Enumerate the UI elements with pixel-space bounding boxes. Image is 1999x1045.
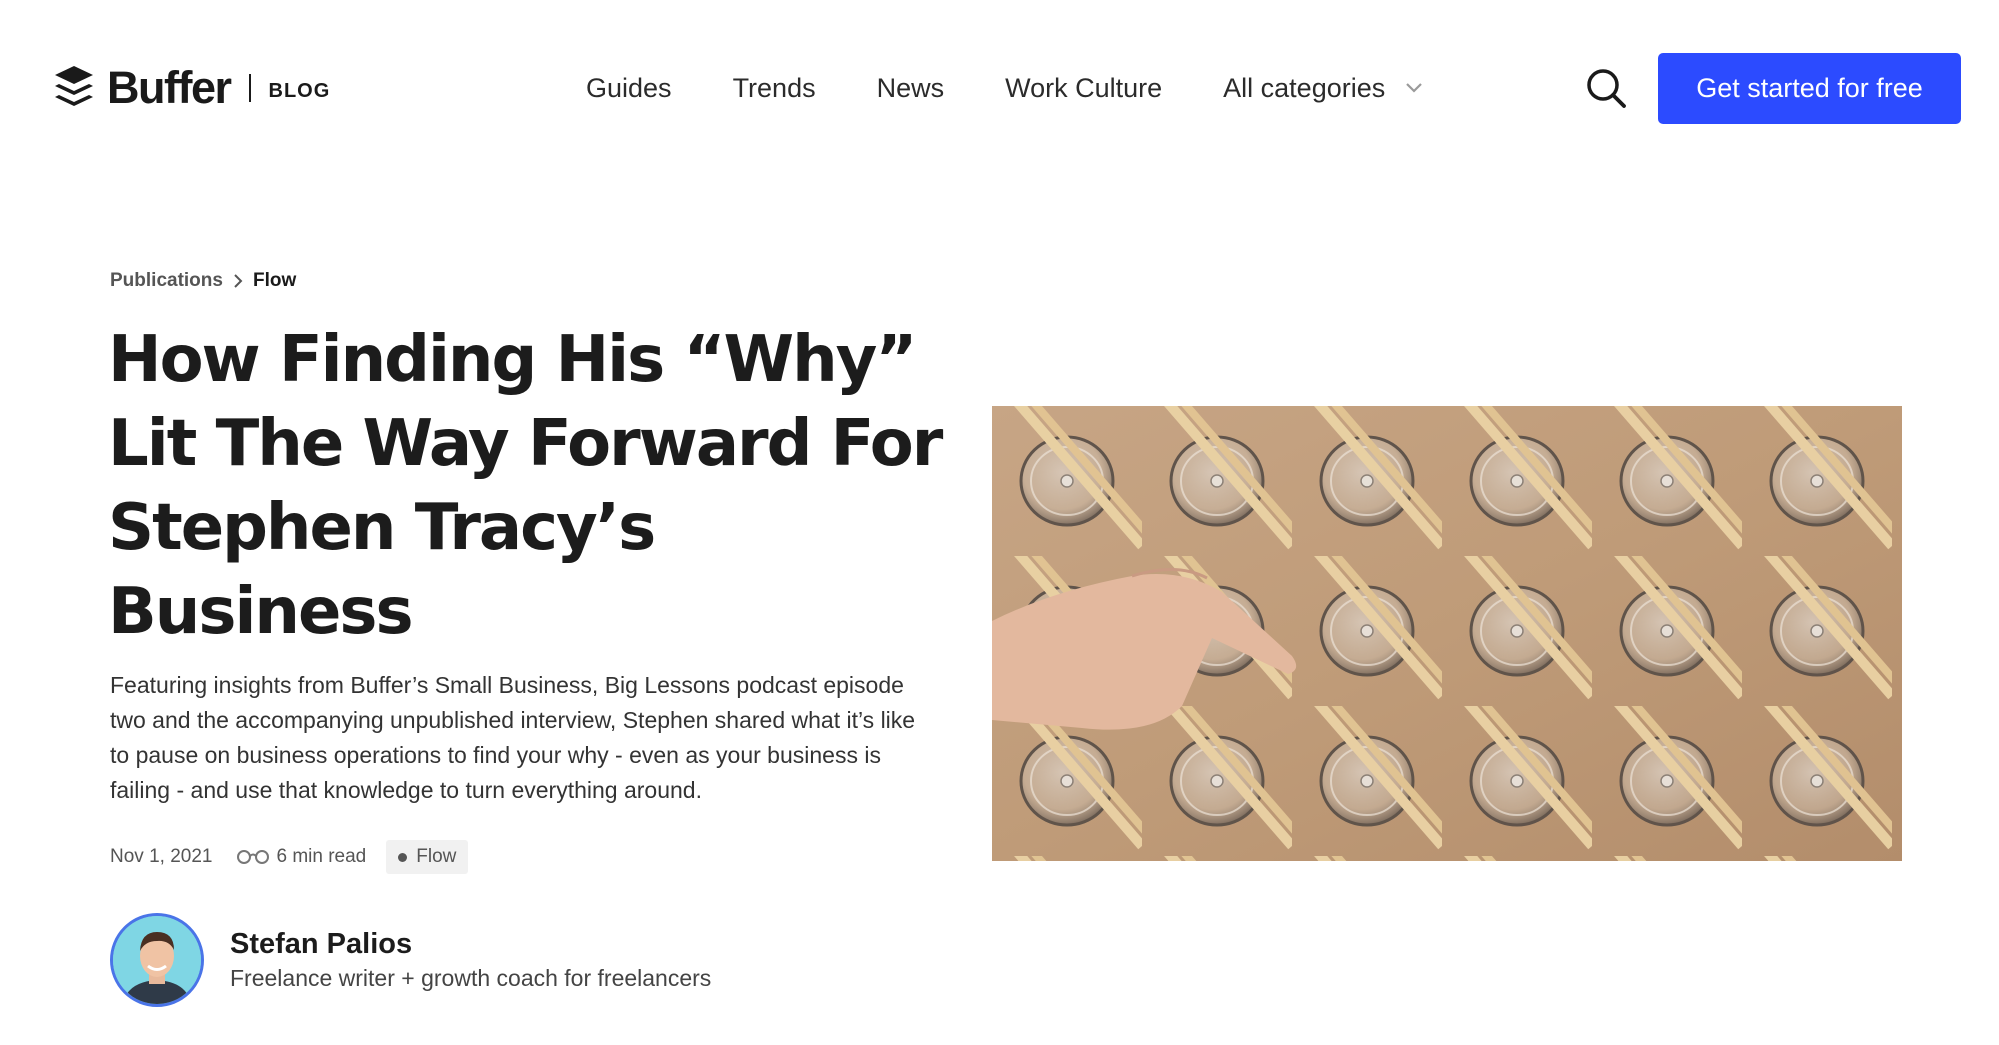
breadcrumb-publications[interactable]: Publications xyxy=(110,270,223,292)
author-name[interactable]: Stefan Palios xyxy=(230,926,711,962)
chevron-right-icon xyxy=(234,274,243,288)
publish-date: Nov 1, 2021 xyxy=(110,846,213,867)
main-nav: Guides Trends News Work Culture All cate… xyxy=(586,70,1423,106)
author-card: Stefan Palios Freelance writer + growth … xyxy=(110,913,711,1007)
search-icon xyxy=(1587,69,1626,108)
nav-item-trends[interactable]: Trends xyxy=(733,73,816,104)
logo-divider xyxy=(248,74,251,102)
nav-item-guides[interactable]: Guides xyxy=(586,73,672,104)
chevron-down-icon xyxy=(1406,83,1423,93)
author-avatar[interactable] xyxy=(110,913,204,1007)
breadcrumb-flow[interactable]: Flow xyxy=(253,270,296,292)
article-title: How Finding His “Why” Lit The Way Forwar… xyxy=(108,323,943,649)
read-time-label: 6 min read xyxy=(276,846,367,867)
get-started-button[interactable]: Get started for free xyxy=(1658,53,1961,124)
read-time: 6 min read xyxy=(236,846,366,868)
nav-item-work-culture[interactable]: Work Culture xyxy=(1005,73,1162,104)
author-portrait xyxy=(113,916,201,1004)
hero-image xyxy=(992,406,1902,861)
buffer-blog-logo[interactable]: Buffer BLOG xyxy=(53,62,330,114)
glasses-icon xyxy=(237,850,270,864)
site-header: Buffer BLOG Guides Trends News Work Cult… xyxy=(0,0,1999,176)
candle-jars-photo xyxy=(992,406,1902,861)
all-categories-label: All categories xyxy=(1223,72,1386,103)
nav-item-all-categories[interactable]: All categories xyxy=(1223,73,1423,104)
author-info: Stefan Palios Freelance writer + growth … xyxy=(230,926,711,994)
tag-dot-icon xyxy=(398,852,408,862)
nav-item-news[interactable]: News xyxy=(877,73,945,104)
buffer-logo-icon xyxy=(55,66,93,106)
search-button[interactable] xyxy=(1584,66,1628,110)
article-description: Featuring insights from Buffer’s Small B… xyxy=(110,672,916,803)
author-bio: Freelance writer + growth coach for free… xyxy=(230,965,712,991)
category-tag-label: Flow xyxy=(416,846,457,867)
logo-section-label: BLOG xyxy=(268,79,331,102)
logo-text: Buffer xyxy=(107,62,232,113)
category-tag[interactable]: Flow xyxy=(386,840,469,874)
article-meta: Nov 1, 2021 6 min read Flow xyxy=(110,840,469,874)
breadcrumb: Publications Flow xyxy=(110,270,296,292)
